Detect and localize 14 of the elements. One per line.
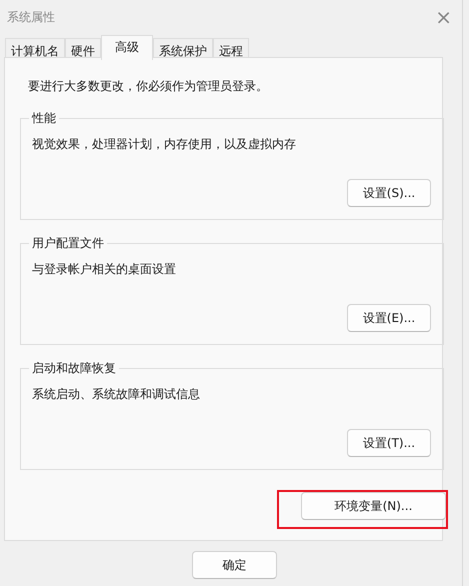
group-title: 性能 — [29, 109, 59, 127]
group-description: 视觉效果，处理器计划，内存使用，以及虚拟内存 — [32, 136, 297, 153]
settings-button[interactable]: 设置(E)... — [347, 304, 431, 332]
tab[interactable]: 高级 — [101, 35, 153, 60]
settings-button[interactable]: 设置(T)... — [347, 429, 431, 457]
environment-variables-button[interactable]: 环境变量(N)... — [301, 492, 446, 520]
group-title: 启动和故障恢复 — [29, 359, 119, 377]
ok-button[interactable]: 确定 — [192, 551, 277, 579]
window-title: 系统属性 — [7, 9, 55, 26]
group-description: 与登录帐户相关的桌面设置 — [32, 261, 177, 278]
group-title: 用户配置文件 — [29, 234, 107, 252]
group-description: 系统启动、系统故障和调试信息 — [32, 386, 201, 403]
settings-button[interactable]: 设置(S)... — [347, 179, 431, 207]
notice-text: 要进行大多数更改，你必须作为管理员登录。 — [27, 78, 269, 95]
